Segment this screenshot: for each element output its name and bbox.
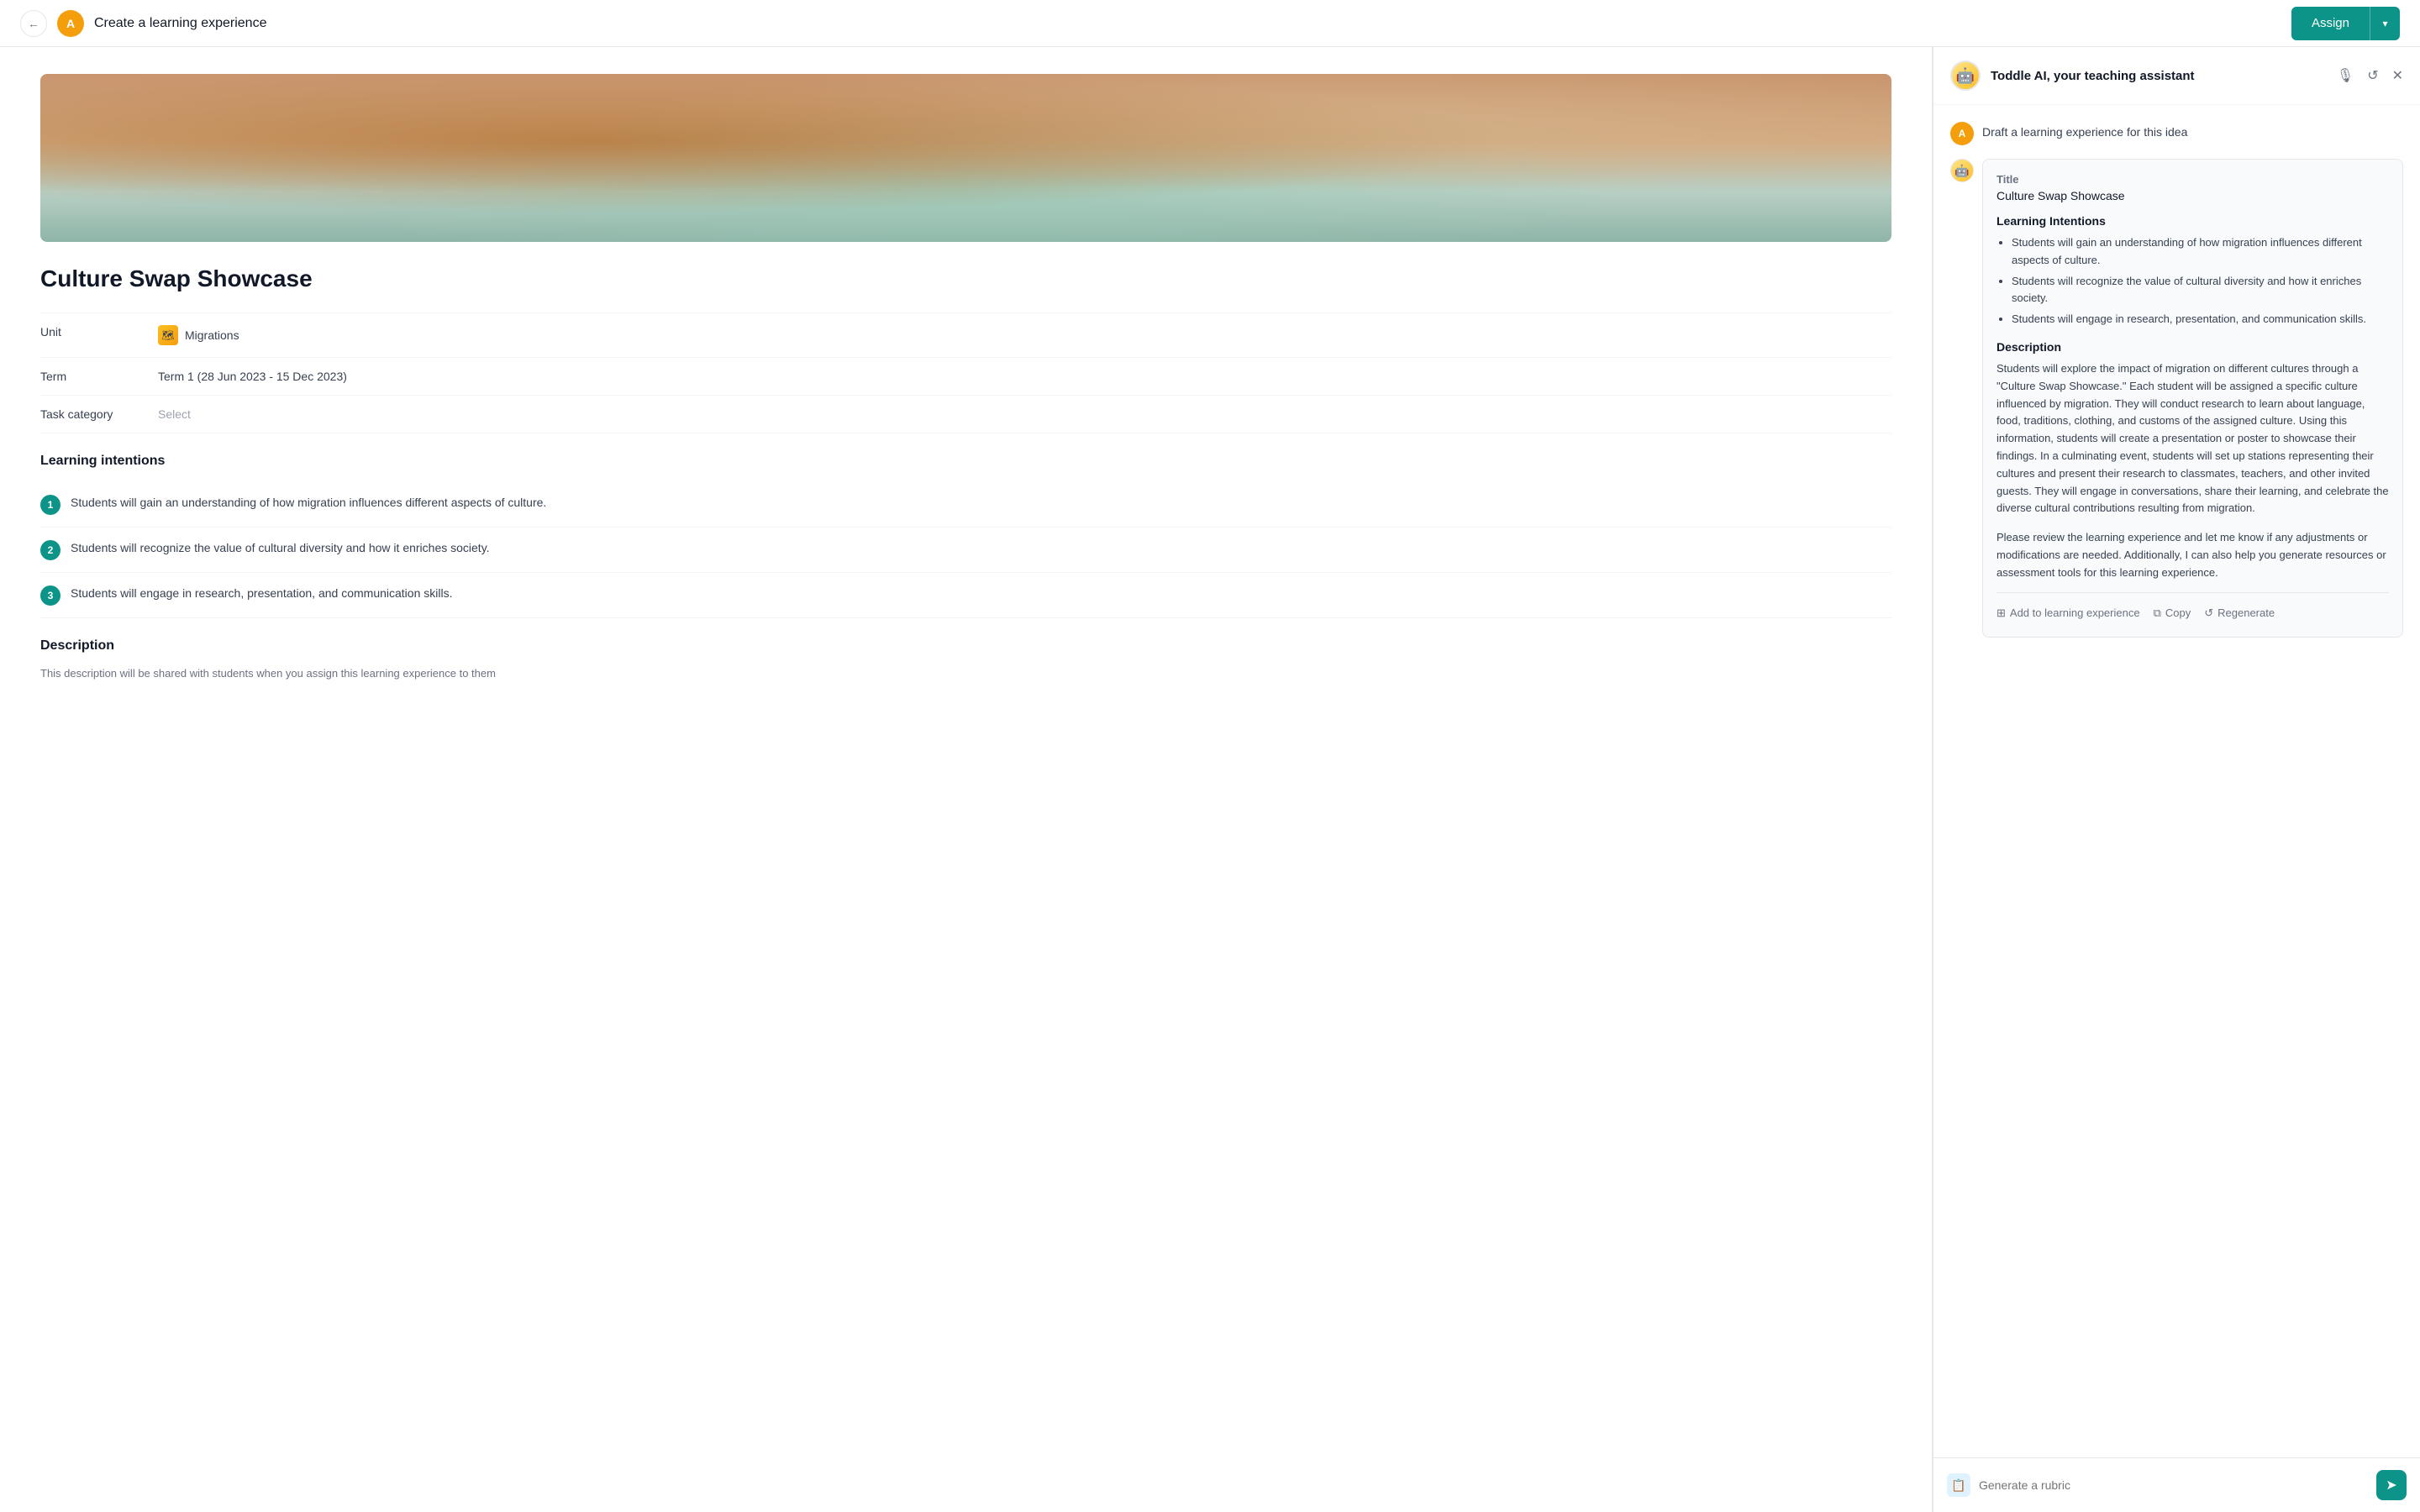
- refresh-icon[interactable]: ↺: [2367, 67, 2378, 84]
- ai-title-area: 🤖 Toddle AI, your teaching assistant: [1950, 60, 2195, 91]
- item-number-2: 2: [40, 540, 60, 560]
- learning-intentions-heading: Learning intentions: [40, 454, 1891, 469]
- ai-response-avatar: 🤖: [1950, 159, 1974, 182]
- learning-item-2-text: Students will recognize the value of cul…: [71, 539, 490, 557]
- add-to-experience-button[interactable]: ⊞ Add to learning experience: [1996, 603, 2140, 623]
- regenerate-button[interactable]: ↺ Regenerate: [2204, 603, 2275, 623]
- user-msg-text: Draft a learning experience for this ide…: [1982, 122, 2187, 139]
- response-title-label: Title: [1996, 173, 2389, 186]
- unit-icon: 🗺: [158, 325, 178, 345]
- copy-button[interactable]: ⧉ Copy: [2154, 603, 2191, 623]
- close-icon[interactable]: ✕: [2392, 67, 2403, 84]
- chevron-down-icon: ▾: [2382, 18, 2387, 29]
- learning-intentions-ai-heading: Learning Intentions: [1996, 214, 2389, 228]
- ai-li-3: Students will engage in research, presen…: [2012, 311, 2389, 328]
- task-category-label: Task category: [40, 395, 158, 433]
- assign-button[interactable]: Assign: [2291, 7, 2370, 40]
- description-section: Description This description will be sha…: [40, 638, 1891, 680]
- description-ai-heading: Description: [1996, 340, 2389, 354]
- ai-input-field[interactable]: [1979, 1478, 2368, 1492]
- ai-li-2: Students will recognize the value of cul…: [2012, 273, 2389, 308]
- term-value: Term 1 (28 Jun 2023 - 15 Dec 2023): [158, 357, 1891, 395]
- ai-header: 🤖 Toddle AI, your teaching assistant 🎙 ↺…: [1933, 47, 2420, 105]
- send-icon: ➤: [2386, 1477, 2396, 1494]
- meta-grid: Unit 🗺 Migrations Term Term 1 (28 Jun 20…: [40, 312, 1891, 433]
- ai-description-text: Students will explore the impact of migr…: [1996, 360, 2389, 517]
- user-chat-avatar: A: [1950, 122, 1974, 145]
- learning-item-3: 3 Students will engage in research, pres…: [40, 573, 1891, 618]
- ai-input-icon: 📋: [1947, 1473, 1970, 1497]
- left-panel: Culture Swap Showcase Unit 🗺 Migrations …: [0, 47, 1933, 1512]
- learning-item-2: 2 Students will recognize the value of c…: [40, 528, 1891, 573]
- learning-item: 1 Students will gain an understanding of…: [40, 482, 1891, 528]
- ai-li-1: Students will gain an understanding of h…: [2012, 234, 2389, 270]
- ai-closing-text: Please review the learning experience an…: [1996, 529, 2389, 581]
- unit-value[interactable]: 🗺 Migrations: [158, 312, 1891, 357]
- learning-item-1-text: Students will gain an understanding of h…: [71, 494, 546, 512]
- experience-title: Culture Swap Showcase: [40, 265, 1891, 292]
- main-area: Culture Swap Showcase Unit 🗺 Migrations …: [0, 47, 2420, 1512]
- ai-learning-intentions-list: Students will gain an understanding of h…: [1996, 234, 2389, 328]
- add-icon: ⊞: [1996, 606, 2006, 620]
- top-header: ← A Create a learning experience Assign …: [0, 0, 2420, 47]
- assign-dropdown-button[interactable]: ▾: [2370, 7, 2400, 40]
- term-label: Term: [40, 357, 158, 395]
- copy-icon: ⧉: [2154, 606, 2161, 620]
- assign-btn-group: Assign ▾: [2291, 7, 2400, 40]
- hero-image: [40, 74, 1891, 242]
- task-category-select[interactable]: Select: [158, 395, 1891, 433]
- ai-response-content: Title Culture Swap Showcase Learning Int…: [1982, 159, 2403, 638]
- response-title-value: Culture Swap Showcase: [1996, 189, 2389, 202]
- page-title: Create a learning experience: [94, 16, 266, 31]
- user-message: A Draft a learning experience for this i…: [1950, 122, 2403, 145]
- description-subtitle: This description will be shared with stu…: [40, 667, 1891, 680]
- ai-chat-area: A Draft a learning experience for this i…: [1933, 105, 2420, 1457]
- regenerate-icon: ↺: [2204, 606, 2213, 620]
- ai-response-actions: ⊞ Add to learning experience ⧉ Copy ↺ Re…: [1996, 592, 2389, 623]
- back-button[interactable]: ←: [20, 10, 47, 37]
- item-number-1: 1: [40, 495, 60, 515]
- ai-name: Toddle AI, your teaching assistant: [1991, 69, 2195, 83]
- ai-header-actions: 🎙 ↺ ✕: [2337, 67, 2403, 84]
- ai-send-button[interactable]: ➤: [2376, 1470, 2407, 1500]
- user-avatar: A: [57, 10, 84, 37]
- header-left: ← A Create a learning experience: [20, 10, 266, 37]
- learning-item-3-text: Students will engage in research, presen…: [71, 585, 452, 602]
- ai-panel: 🤖 Toddle AI, your teaching assistant 🎙 ↺…: [1933, 47, 2420, 1512]
- description-heading: Description: [40, 638, 1891, 654]
- audio-icon[interactable]: 🎙: [2337, 67, 2354, 84]
- unit-text: Migrations: [185, 328, 239, 342]
- unit-label: Unit: [40, 312, 158, 357]
- ai-response: 🤖 Title Culture Swap Showcase Learning I…: [1950, 159, 2403, 638]
- item-number-3: 3: [40, 585, 60, 606]
- ai-avatar: 🤖: [1950, 60, 1981, 91]
- ai-input-area: 📋 ➤: [1933, 1457, 2420, 1512]
- back-icon: ←: [28, 17, 39, 30]
